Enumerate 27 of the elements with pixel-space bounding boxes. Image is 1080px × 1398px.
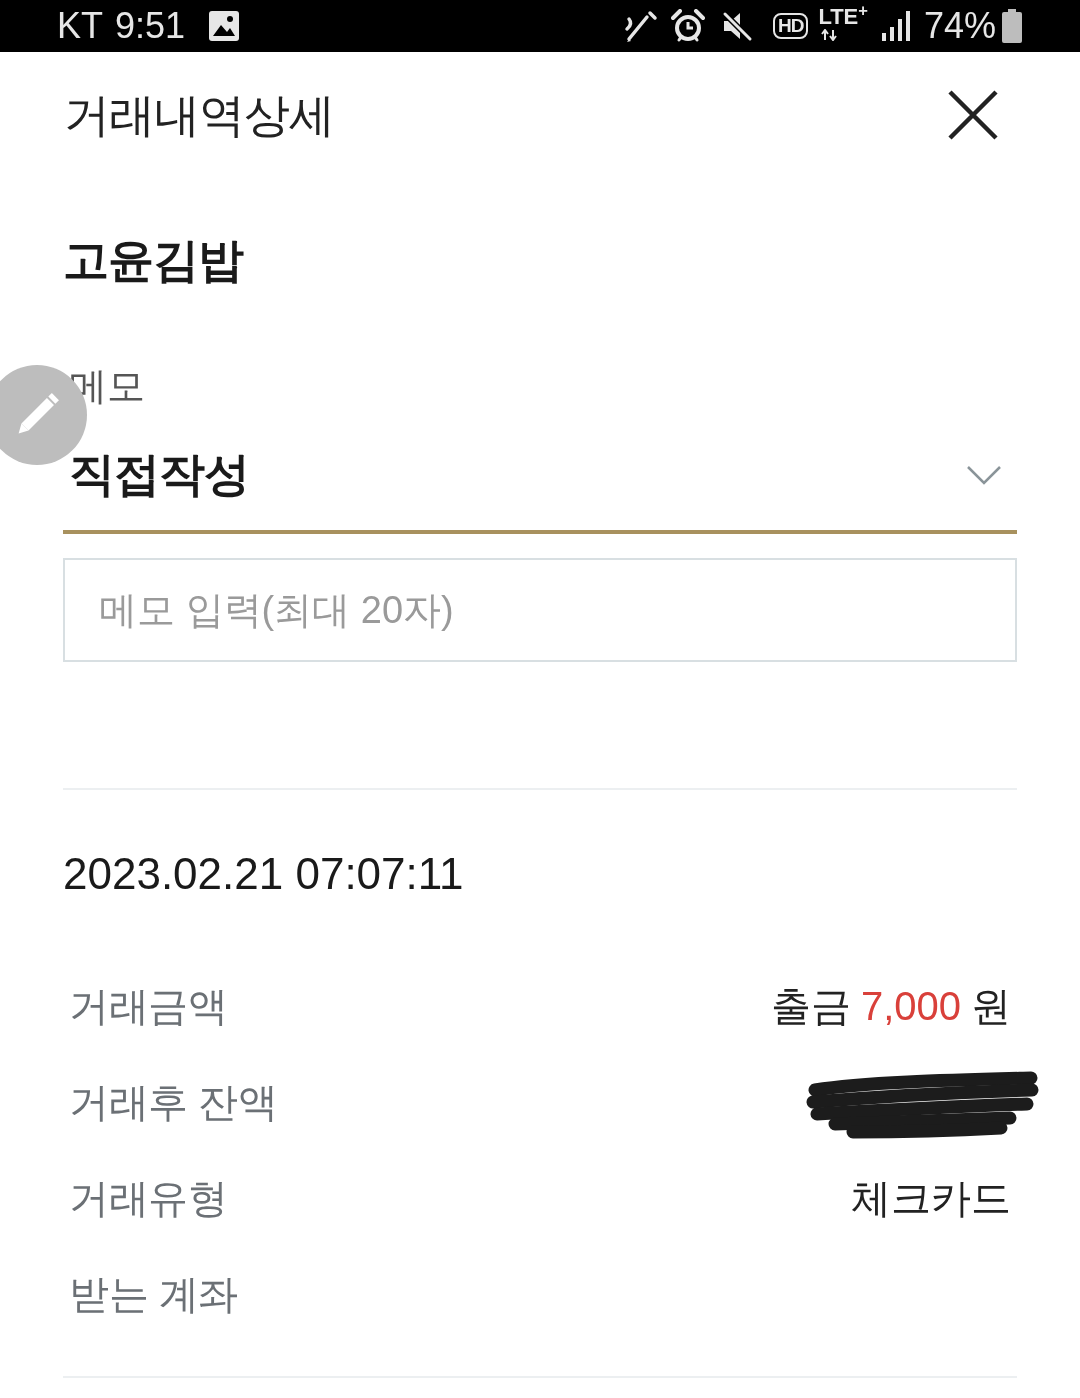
hd-badge: HD <box>772 13 809 39</box>
mute-icon <box>720 10 753 42</box>
battery-percent: 74% <box>923 6 996 46</box>
page-title: 거래내역상세 <box>64 88 334 143</box>
detail-label: 받는 계좌 <box>69 1271 238 1318</box>
carrier-name: KT <box>57 6 103 46</box>
detail-label: 거래후 잔액 <box>69 1079 278 1126</box>
image-icon <box>209 11 240 41</box>
close-icon <box>948 90 998 140</box>
network-type: LTE$^{+}$ <box>818 5 868 29</box>
chevron-down-icon <box>967 465 1001 485</box>
battery-icon <box>1002 9 1022 43</box>
withdrawal-type: 출금 <box>770 983 851 1030</box>
data-arrows-icon <box>820 29 839 41</box>
alarm-clock-icon <box>670 9 705 43</box>
close-button[interactable] <box>948 90 998 140</box>
memo-input-field[interactable]: 메모 입력(최대 20자) <box>63 558 1017 662</box>
detail-value: 체크카드 <box>851 1175 1011 1222</box>
detail-label: 거래유형 <box>69 1175 227 1222</box>
signal-icon <box>881 11 912 41</box>
detail-label: 거래금액 <box>69 983 227 1030</box>
clock-time: 9:51 <box>115 6 186 46</box>
transaction-datetime: 2023.02.21 07:07:11 <box>63 848 464 900</box>
pen-icon <box>622 9 659 43</box>
amount-value: 7,000 <box>860 983 961 1030</box>
currency-unit: 원 <box>971 983 1011 1030</box>
merchant-name: 고윤김밥 <box>63 233 243 288</box>
